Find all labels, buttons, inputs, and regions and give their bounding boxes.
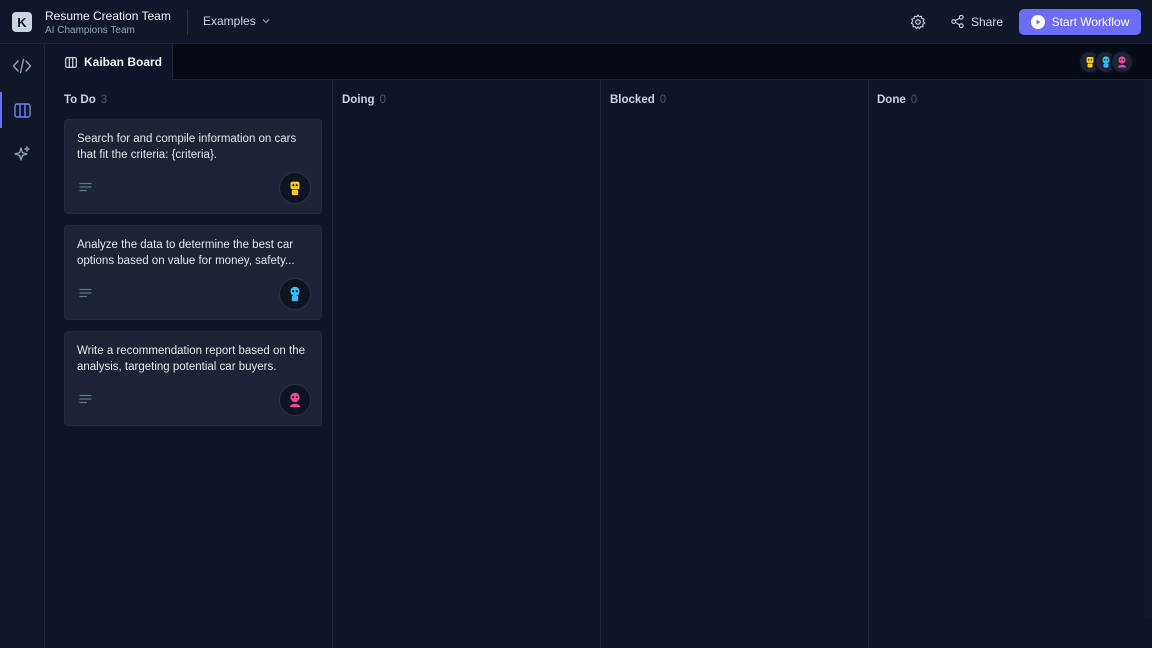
agent-avatar-stack[interactable] [1078,50,1136,74]
task-description: Search for and compile information on ca… [77,133,297,161]
sparkles-icon [14,146,30,161]
kanban-board: To Do 3 Search for and compile informatio… [45,80,1144,648]
header-divider [187,9,188,35]
rail-item-ai[interactable] [0,132,44,176]
rail-item-board[interactable] [0,88,44,132]
column-doing: Doing 0 [333,80,601,648]
share-button[interactable]: Share [950,14,1003,29]
column-count: 0 [910,94,918,106]
tab-kaiban-board[interactable]: Kaiban Board [45,44,173,80]
tab-bar: Kaiban Board [45,44,1152,80]
column-header: Done 0 [877,94,917,106]
examples-label: Examples [203,14,256,28]
examples-dropdown[interactable]: Examples [203,14,271,28]
app-root: K Resume Creation Team AI Champions Team… [0,0,1152,648]
description-lines-icon [79,288,92,298]
description-lines-icon [79,394,92,404]
robot-icon [290,286,300,302]
board-icon [13,102,31,118]
column-blocked: Blocked 0 [601,80,869,648]
column-title: Blocked [610,94,655,106]
rail-item-code[interactable] [0,44,44,88]
task-card[interactable]: Search for and compile information on ca… [64,119,322,214]
assigned-agent-avatar [279,278,311,310]
description-lines-icon [79,182,92,192]
robot-icon [1118,56,1126,68]
share-label: Share [971,14,1004,29]
code-icon [12,58,32,74]
column-header: Blocked 0 [610,94,666,106]
column-header: To Do 3 [64,94,107,106]
task-description: Analyze the data to determine the best c… [77,239,295,267]
team-subtitle: AI Champions Team [45,25,135,36]
team-title: Resume Creation Team [45,9,171,23]
left-rail [0,44,45,648]
chevron-down-icon [262,19,270,24]
column-count: 0 [379,94,386,106]
robot-icon [290,181,300,196]
logo-letter: K [17,14,27,30]
task-card[interactable]: Write a recommendation report based on t… [64,331,322,426]
start-workflow-label: Start Workflow [1051,15,1130,29]
task-card[interactable]: Analyze the data to determine the best c… [64,225,322,320]
board-scrollbar[interactable] [1144,80,1152,618]
kaiban-logo[interactable]: K [12,12,32,32]
column-title: To Do [64,94,96,106]
settings-gear-icon[interactable] [909,13,927,31]
top-bar: K Resume Creation Team AI Champions Team… [0,0,1152,44]
tab-label: Kaiban Board [84,55,163,69]
task-description: Write a recommendation report based on t… [77,345,305,373]
column-todo: To Do 3 Search for and compile informatio… [45,80,333,648]
column-title: Done [877,94,906,106]
assigned-agent-avatar [279,172,311,204]
column-header: Doing 0 [342,94,386,106]
column-count: 3 [100,94,108,106]
agent-avatar [1110,50,1134,74]
robot-icon [289,392,301,408]
start-workflow-button[interactable]: Start Workflow [1019,9,1141,35]
board-icon [65,56,77,68]
assigned-agent-avatar [279,384,311,416]
play-icon [1030,15,1045,29]
active-indicator [0,92,2,128]
column-done: Done 0 [869,80,1144,648]
column-count: 0 [659,94,667,106]
team-info: Resume Creation Team AI Champions Team [45,9,171,37]
column-title: Doing [342,94,375,106]
share-icon [951,14,964,29]
